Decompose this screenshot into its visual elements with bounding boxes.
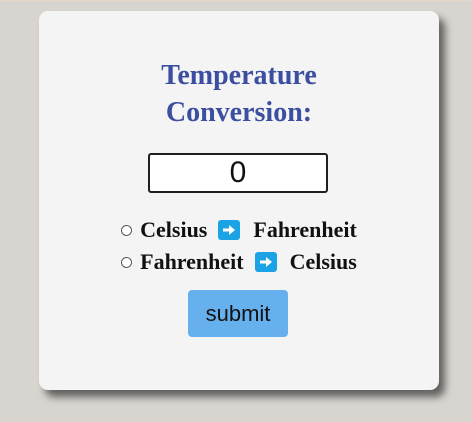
temperature-input[interactable] — [148, 153, 328, 193]
submit-button[interactable]: submit — [188, 290, 288, 337]
option-to-label: Fahrenheit — [253, 217, 357, 242]
radio-celsius-to-fahrenheit[interactable] — [121, 224, 133, 236]
option-from-label: Fahrenheit — [140, 249, 244, 274]
right-arrow-icon — [218, 220, 241, 240]
page-title-line-1: Temperature — [161, 60, 317, 91]
page-title-line-2: Conversion: — [165, 97, 313, 128]
option-to-label: Celsius — [289, 249, 357, 274]
page-top-edge — [0, 0, 472, 1]
radio-fahrenheit-to-celsius[interactable] — [121, 256, 133, 268]
right-arrow-icon — [254, 252, 277, 272]
option-celsius-to-fahrenheit[interactable]: Celsius Fahrenheit — [39, 216, 439, 244]
option-from-label: Celsius — [140, 217, 208, 242]
option-fahrenheit-to-celsius[interactable]: Fahrenheit Celsius — [39, 248, 439, 276]
conversion-card: Temperature Conversion: Celsius Fahrenhe… — [39, 11, 439, 390]
